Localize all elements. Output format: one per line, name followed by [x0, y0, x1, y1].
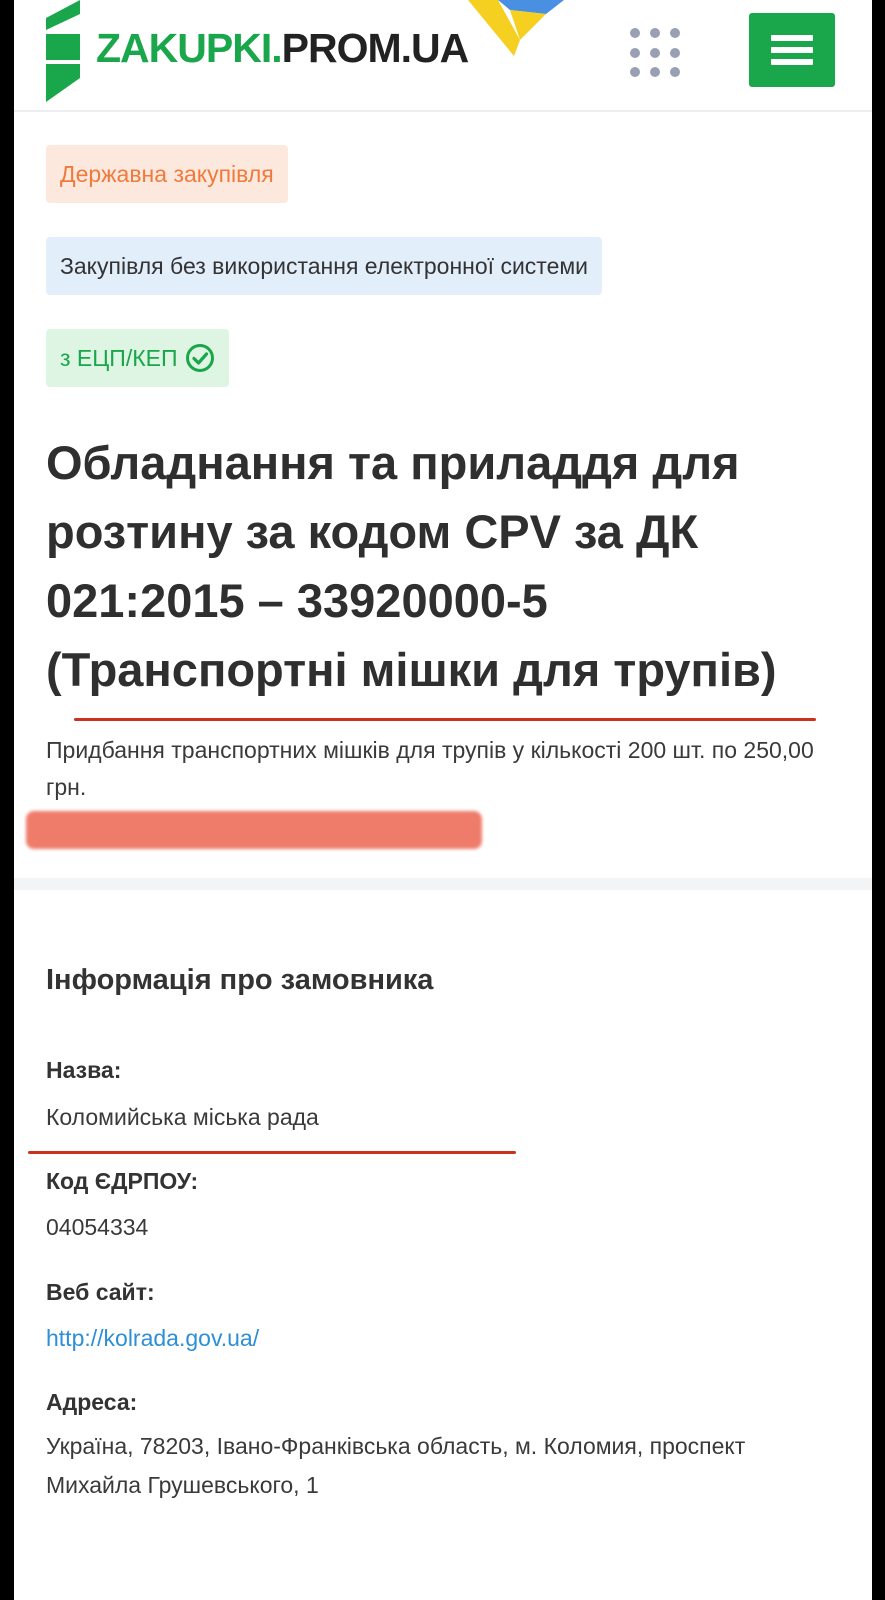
dot	[630, 47, 640, 58]
state-procurement-badge: Державна закупівля	[46, 145, 288, 203]
dot	[630, 28, 640, 38]
logo-mark-icon	[46, 0, 80, 102]
dot	[630, 67, 640, 78]
redaction-mark	[26, 811, 482, 849]
customer-info-heading: Інформація про замовника	[46, 964, 434, 996]
customer-name-label: Назва:	[46, 1057, 122, 1083]
customer-code-value: 04054334	[46, 1214, 149, 1240]
tender-description: Придбання транспортних мішків для трупів…	[46, 737, 814, 800]
check-circle-icon	[186, 344, 215, 372]
customer-website-field: http://kolrada.gov.ua/	[46, 1323, 836, 1353]
dot	[670, 47, 680, 58]
customer-website-link[interactable]: http://kolrada.gov.ua/	[46, 1325, 259, 1351]
hamburger-line	[771, 47, 813, 53]
title-underline-annotation	[74, 718, 816, 721]
page: ZAKUPKI.PROM.UA Державна закупівля Закуп…	[14, 0, 872, 1600]
customer-address-value: Україна, 78203, Івано-Франківська област…	[46, 1433, 746, 1498]
hamburger-menu-button[interactable]	[749, 13, 835, 87]
apps-button[interactable]	[626, 26, 680, 80]
dot	[650, 28, 660, 38]
dot	[670, 28, 680, 38]
name-underline-annotation	[28, 1151, 516, 1154]
dot	[670, 67, 680, 78]
ukraine-flag-ribbon-icon	[468, 0, 564, 56]
tender-title: Обладнання та приладдя для розтину за ко…	[46, 436, 777, 696]
hamburger-line	[771, 59, 813, 65]
dot	[650, 67, 660, 78]
site-header: ZAKUPKI.PROM.UA	[14, 0, 872, 112]
hamburger-line	[771, 35, 813, 41]
signature-badge: з ЕЦП/КЕП	[46, 329, 230, 387]
customer-code-label: Код ЄДРПОУ:	[46, 1168, 199, 1194]
customer-name-value: Коломийська міська рада	[46, 1104, 319, 1130]
customer-website-label: Веб сайт:	[46, 1279, 155, 1305]
logo-wordmark: ZAKUPKI.PROM.UA	[96, 25, 469, 71]
dot	[650, 47, 660, 58]
customer-address-label: Адреса:	[46, 1389, 138, 1415]
procurement-type-badge: Закупівля без використання електронної с…	[46, 237, 603, 295]
signature-badge-label: з ЕЦП/КЕП	[60, 345, 178, 371]
section-divider	[14, 878, 872, 890]
